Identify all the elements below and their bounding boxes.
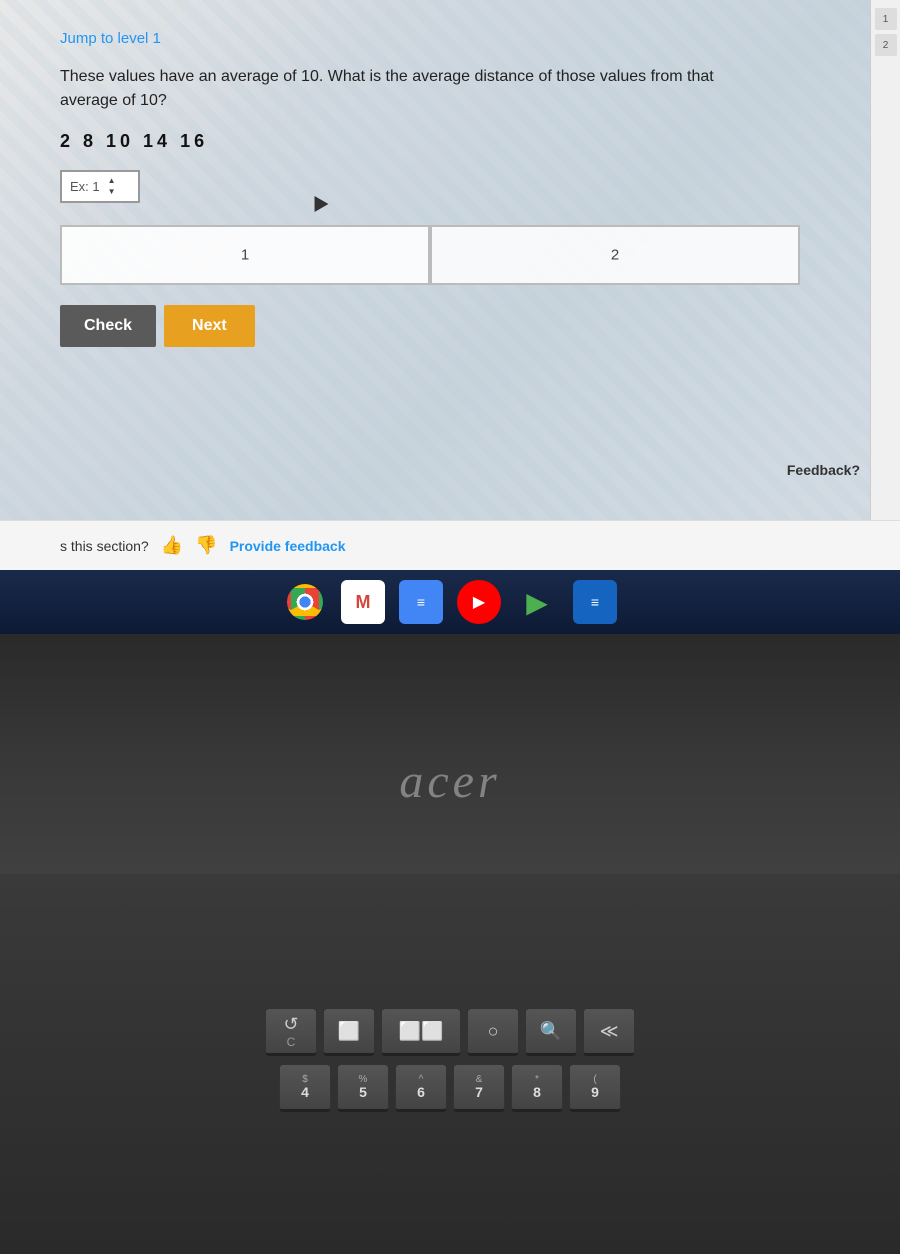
- key-6-bottom: 6: [417, 1085, 425, 1099]
- question-text: These values have an average of 10. What…: [60, 65, 740, 113]
- spinner-wrapper: Ex: 1 ▲ ▼: [60, 170, 140, 203]
- taskbar: M ≡ ▶ ▶ ≡: [0, 570, 900, 634]
- answer-boxes: 1 2: [60, 225, 800, 285]
- docs-icon[interactable]: ≡: [399, 580, 443, 624]
- answer-box-2[interactable]: 2: [430, 225, 800, 285]
- laptop-body: acer ↺ C ⬜ ⬜⬜ ○ 🔍 ≪: [0, 634, 900, 1254]
- play-icon[interactable]: ▶: [515, 580, 559, 624]
- acer-logo: acer: [399, 754, 500, 809]
- key-refresh[interactable]: ↺ C: [265, 1008, 317, 1056]
- keyboard-row-numbers: $ 4 % 5 ^ 6 & 7 * 8 ( 9: [279, 1064, 621, 1112]
- spinner-arrows[interactable]: ▲ ▼: [106, 176, 118, 197]
- key-search[interactable]: 🔍: [525, 1008, 577, 1056]
- spinner-down[interactable]: ▼: [106, 187, 118, 197]
- next-button[interactable]: Next: [164, 305, 255, 347]
- key-7-bottom: 7: [475, 1085, 483, 1099]
- key-overview[interactable]: ⬜⬜: [381, 1008, 461, 1056]
- bottom-bar: s this section? 👍 👎 Provide feedback: [0, 520, 900, 570]
- section-text: s this section?: [60, 538, 149, 554]
- provide-feedback-link[interactable]: Provide feedback: [230, 538, 346, 554]
- key-8[interactable]: * 8: [511, 1064, 563, 1112]
- keyboard-row-function: ↺ C ⬜ ⬜⬜ ○ 🔍 ≪: [265, 1008, 635, 1056]
- buttons-row: Check Next: [60, 305, 840, 347]
- panel-item-1: 1: [875, 8, 897, 30]
- panel-item-2: 2: [875, 34, 897, 56]
- refresh-icon: ↺: [283, 1014, 298, 1035]
- right-panel: 1 2: [870, 0, 900, 520]
- key-4[interactable]: $ 4: [279, 1064, 331, 1112]
- answer-box-1[interactable]: 1: [60, 225, 430, 285]
- key-5[interactable]: % 5: [337, 1064, 389, 1112]
- key-4-bottom: 4: [301, 1085, 309, 1099]
- jump-to-level-link[interactable]: Jump to level 1: [60, 30, 161, 47]
- chrome-icon[interactable]: [283, 580, 327, 624]
- key-screenshot[interactable]: ⬜: [323, 1008, 375, 1056]
- youtube-icon[interactable]: ▶: [457, 580, 501, 624]
- thumbs-up-icon[interactable]: 👍: [161, 535, 183, 556]
- key-back[interactable]: ≪: [583, 1008, 635, 1056]
- search-icon: 🔍: [540, 1021, 562, 1042]
- screenshot-icon: ⬜: [338, 1021, 360, 1042]
- content-area: 1 2 Jump to level 1 These values have an…: [0, 0, 900, 520]
- gmail-icon[interactable]: M: [341, 580, 385, 624]
- check-button[interactable]: Check: [60, 305, 156, 347]
- input-label: Ex: 1: [70, 179, 100, 194]
- circle-icon: ○: [488, 1021, 499, 1042]
- key-5-bottom: 5: [359, 1085, 367, 1099]
- overview-icon: ⬜⬜: [399, 1021, 444, 1042]
- answer-box-1-value: 1: [241, 247, 249, 264]
- key-8-bottom: 8: [533, 1085, 541, 1099]
- feedback-area: Feedback?: [787, 462, 860, 480]
- key-7[interactable]: & 7: [453, 1064, 505, 1112]
- key-9-bottom: 9: [591, 1085, 599, 1099]
- values-display: 2 8 10 14 16: [60, 131, 840, 152]
- keyboard-area: ↺ C ⬜ ⬜⬜ ○ 🔍 ≪ $ 4: [0, 874, 900, 1254]
- back-icon: ≪: [600, 1021, 619, 1042]
- spinner-up[interactable]: ▲: [106, 176, 118, 186]
- blue-app-icon[interactable]: ≡: [573, 580, 617, 624]
- answer-box-2-value: 2: [611, 247, 619, 264]
- key-9[interactable]: ( 9: [569, 1064, 621, 1112]
- feedback-link[interactable]: Feedback?: [787, 462, 860, 478]
- thumbs-down-icon[interactable]: 👎: [195, 535, 217, 556]
- input-container: Ex: 1 ▲ ▼: [60, 170, 840, 203]
- key-circle[interactable]: ○: [467, 1008, 519, 1056]
- key-6[interactable]: ^ 6: [395, 1064, 447, 1112]
